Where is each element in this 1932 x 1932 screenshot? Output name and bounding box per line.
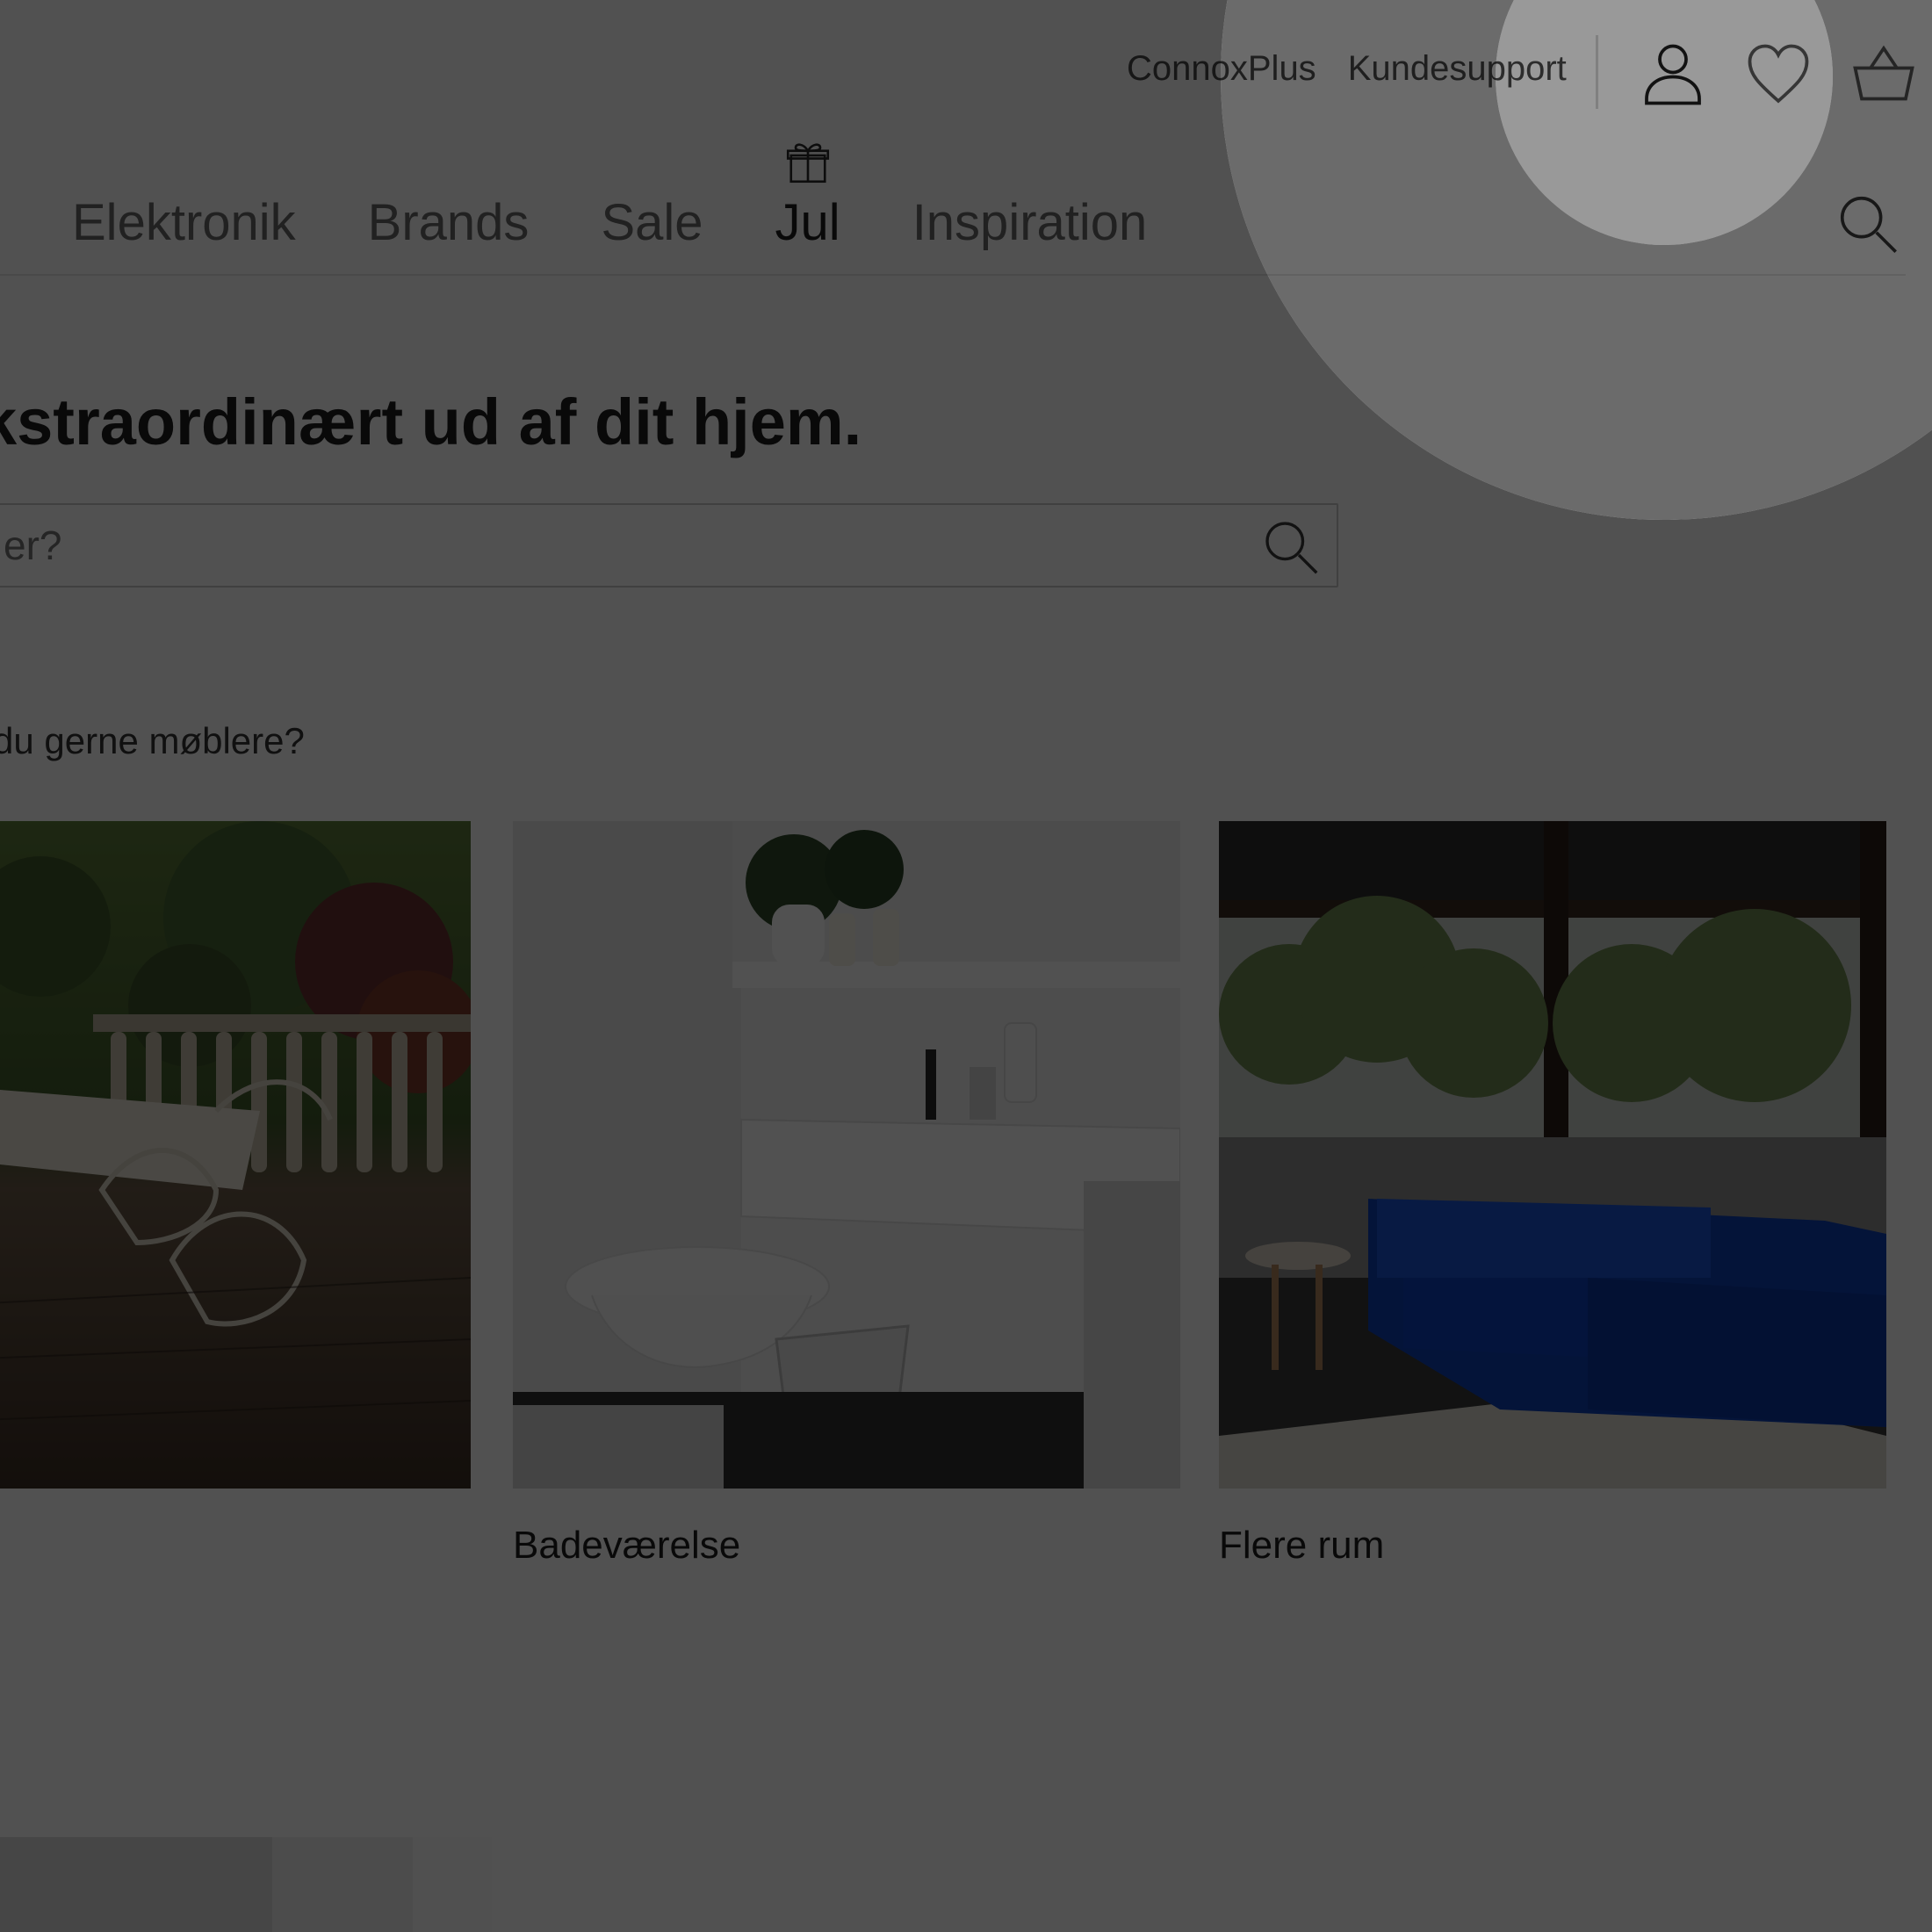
main-nav: Elektronik Brands Sale Jul Inspiration: [72, 143, 1148, 252]
header-icons: [1633, 35, 1932, 114]
room-card-more-rooms[interactable]: Flere rum: [1219, 821, 1886, 1568]
user-icon[interactable]: [1633, 35, 1712, 114]
basket-icon[interactable]: [1844, 35, 1923, 114]
nav-divider: [0, 274, 1906, 276]
search-icon[interactable]: [1259, 515, 1323, 579]
nav-item-inspiration[interactable]: Inspiration: [912, 193, 1148, 252]
nav-item-jul[interactable]: Jul: [775, 143, 840, 252]
room-card-bathroom[interactable]: Badeværelse: [513, 821, 1180, 1568]
room-card-label: Flere rum: [1219, 1524, 1385, 1567]
page: ConnoxPlus Kundesupport Elektronik Brand…: [0, 0, 1932, 1932]
bottom-image-preview: [0, 1837, 492, 1932]
nav-item-label: Jul: [775, 194, 840, 251]
top-links: ConnoxPlus Kundesupport: [1127, 49, 1567, 89]
bathroom-image: [513, 821, 1180, 1489]
customer-support-link[interactable]: Kundesupport: [1348, 49, 1567, 89]
connoxplus-link[interactable]: ConnoxPlus: [1127, 49, 1316, 89]
room-card-terrace[interactable]: [0, 821, 471, 1524]
nav-item-sale[interactable]: Sale: [601, 193, 703, 252]
top-links-divider: [1596, 35, 1598, 109]
hero-search-input[interactable]: [2, 521, 1235, 570]
room-card-label: Badeværelse: [513, 1524, 741, 1567]
nav-item-brands[interactable]: Brands: [368, 193, 530, 252]
nav-item-elektronik[interactable]: Elektronik: [72, 193, 296, 252]
heart-icon[interactable]: [1739, 35, 1818, 114]
gift-icon: [783, 137, 833, 186]
section-question: du gerne møblere?: [0, 720, 305, 761]
hero-search: [0, 503, 1338, 588]
search-icon[interactable]: [1834, 190, 1902, 258]
hero-title: kstraordinært ud af dit hjem.: [0, 386, 862, 458]
terrace-image: [0, 821, 471, 1489]
living-room-image: [1219, 821, 1886, 1489]
